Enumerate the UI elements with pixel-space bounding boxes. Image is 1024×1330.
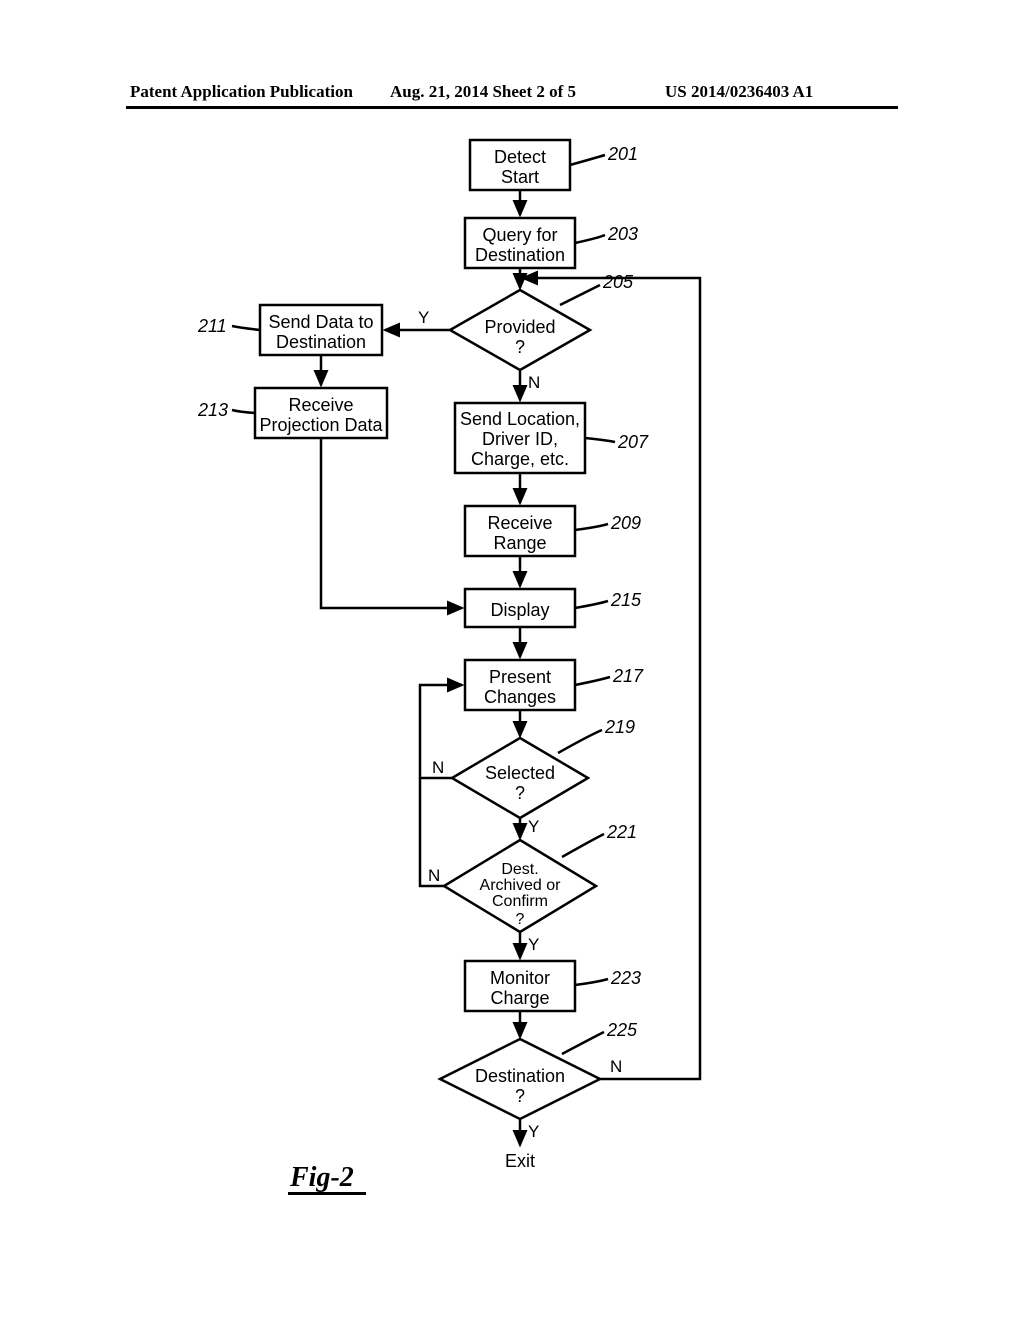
ref-221: 221 bbox=[606, 822, 637, 842]
node-exit: Exit bbox=[505, 1151, 535, 1171]
node-225-line1: Destination bbox=[475, 1066, 565, 1086]
header-center: Aug. 21, 2014 Sheet 2 of 5 bbox=[390, 82, 576, 102]
node-203-line1: Query for bbox=[482, 225, 557, 245]
node-221-line1: Dest. bbox=[501, 861, 538, 878]
path-205-y: Y bbox=[418, 308, 429, 327]
node-207-line2: Driver ID, bbox=[482, 429, 558, 449]
ref-223: 223 bbox=[610, 968, 641, 988]
path-225-n: N bbox=[610, 1057, 622, 1076]
ref-219: 219 bbox=[604, 717, 635, 737]
flowchart-svg: Detect Start 201 Query for Destination 2… bbox=[0, 130, 1024, 1330]
node-205-line1: Provided bbox=[484, 317, 555, 337]
ref-217: 217 bbox=[612, 666, 644, 686]
node-201-line2: Start bbox=[501, 167, 539, 187]
node-215: Display bbox=[490, 600, 549, 620]
node-205-line2: ? bbox=[515, 337, 525, 357]
node-223-line2: Charge bbox=[490, 988, 549, 1008]
node-211-line2: Destination bbox=[276, 332, 366, 352]
path-205-n: N bbox=[528, 373, 540, 392]
ref-225: 225 bbox=[606, 1020, 638, 1040]
path-225-y: Y bbox=[528, 1122, 539, 1141]
ref-207: 207 bbox=[617, 432, 649, 452]
ref-211: 211 bbox=[197, 316, 227, 336]
node-209-line1: Receive bbox=[487, 513, 552, 533]
node-219-line2: ? bbox=[515, 783, 525, 803]
figure-caption: Fig-2 bbox=[290, 1162, 354, 1194]
node-203-line2: Destination bbox=[475, 245, 565, 265]
node-221-line3: Confirm bbox=[492, 893, 548, 910]
figure-caption-underline bbox=[288, 1192, 366, 1195]
header-right: US 2014/0236403 A1 bbox=[665, 82, 813, 102]
node-221-line4: ? bbox=[516, 911, 525, 928]
header-divider bbox=[126, 106, 898, 109]
ref-213: 213 bbox=[197, 400, 228, 420]
ref-209: 209 bbox=[610, 513, 641, 533]
node-213-line1: Receive bbox=[288, 395, 353, 415]
node-201-line1: Detect bbox=[494, 147, 546, 167]
node-217-line1: Present bbox=[489, 667, 551, 687]
node-211-line1: Send Data to bbox=[268, 312, 373, 332]
ref-203: 203 bbox=[607, 224, 638, 244]
header-left: Patent Application Publication bbox=[130, 82, 353, 102]
path-221-n: N bbox=[428, 866, 440, 885]
path-219-n: N bbox=[432, 758, 444, 777]
node-207-line3: Charge, etc. bbox=[471, 449, 569, 469]
node-219-line1: Selected bbox=[485, 763, 555, 783]
node-213-line2: Projection Data bbox=[259, 415, 383, 435]
path-219-y: Y bbox=[528, 817, 539, 836]
path-221-y: Y bbox=[528, 935, 539, 954]
ref-215: 215 bbox=[610, 590, 642, 610]
node-207-line1: Send Location, bbox=[460, 409, 580, 429]
node-225-line2: ? bbox=[515, 1086, 525, 1106]
node-217-line2: Changes bbox=[484, 687, 556, 707]
node-223-line1: Monitor bbox=[490, 968, 550, 988]
node-221-line2: Archived or bbox=[480, 877, 562, 894]
node-209-line2: Range bbox=[493, 533, 546, 553]
ref-205: 205 bbox=[602, 272, 634, 292]
ref-201: 201 bbox=[607, 144, 638, 164]
